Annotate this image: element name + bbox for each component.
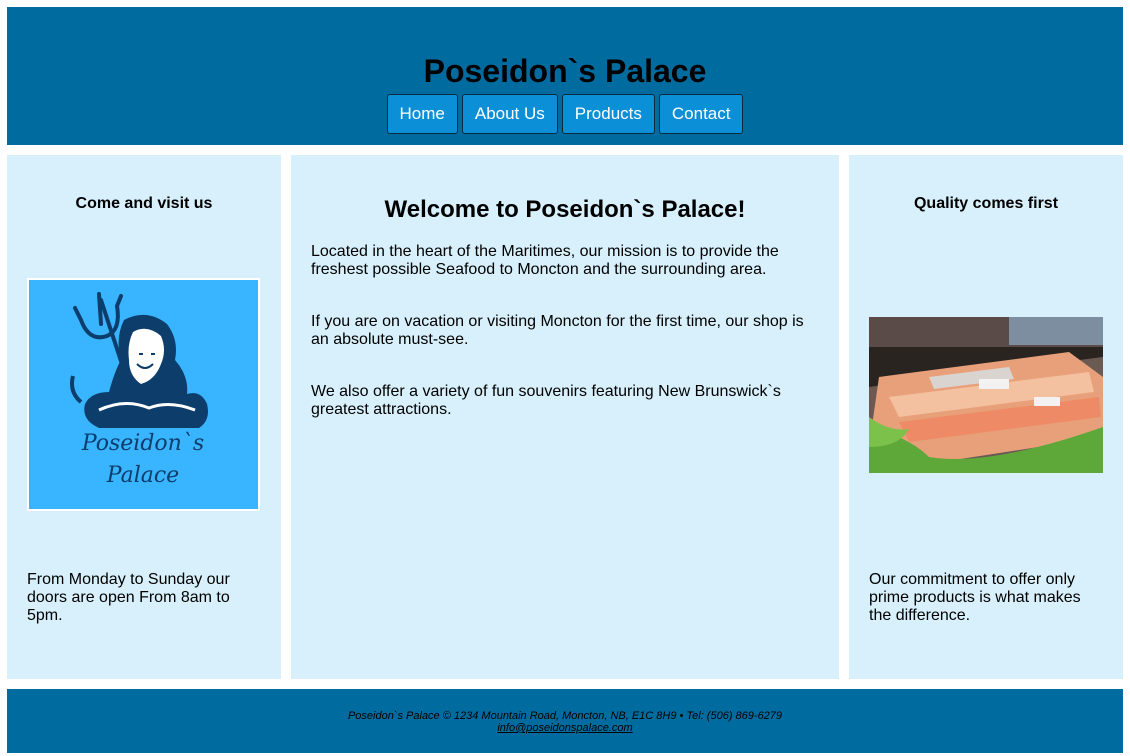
nav-contact-button[interactable]: Contact	[658, 94, 744, 134]
poseidon-logo-image: Poseidon`s Palace	[27, 278, 260, 511]
main-content: Welcome to Poseidon`s Palace! Located in…	[291, 155, 839, 679]
logo-text-line2: Palace	[106, 463, 179, 488]
nav-products-button[interactable]: Products	[561, 94, 655, 134]
quality-heading: Quality comes first	[913, 195, 1059, 212]
visit-heading: Come and visit us	[75, 195, 213, 212]
nav-about-button[interactable]: About Us	[461, 94, 558, 134]
logo-text-line1: Poseidon`s	[81, 431, 204, 456]
seafood-display-image	[869, 317, 1103, 473]
welcome-heading: Welcome to Poseidon`s Palace!	[384, 196, 746, 223]
visit-paragraph: If you are on vacation or visiting Monct…	[311, 313, 804, 348]
footer-email-link[interactable]: info@poseidonspalace.com	[7, 722, 1123, 734]
site-title: Poseidon`s Palace	[423, 53, 707, 89]
right-sidebar: Quality comes first Our commitment to of…	[849, 155, 1123, 679]
left-sidebar: Come and visit us Poseidon`s Palace From…	[7, 155, 281, 679]
main-nav: Home About Us Products Contact	[7, 94, 1123, 134]
commitment-text: Our commitment to offer only prime produ…	[869, 571, 1081, 624]
site-footer: Poseidon`s Palace © 1234 Mountain Road, …	[7, 689, 1123, 753]
opening-hours-text: From Monday to Sunday our doors are open…	[27, 571, 230, 624]
nav-home-button[interactable]: Home	[386, 94, 458, 134]
footer-address: Poseidon`s Palace © 1234 Mountain Road, …	[347, 710, 783, 722]
site-header: Poseidon`s Palace Home About Us Products…	[7, 7, 1123, 145]
intro-paragraph: Located in the heart of the Maritimes, o…	[311, 243, 779, 278]
souvenirs-paragraph: We also offer a variety of fun souvenirs…	[311, 383, 781, 418]
poseidon-logo-illustration: Poseidon`s Palace	[70, 292, 208, 488]
